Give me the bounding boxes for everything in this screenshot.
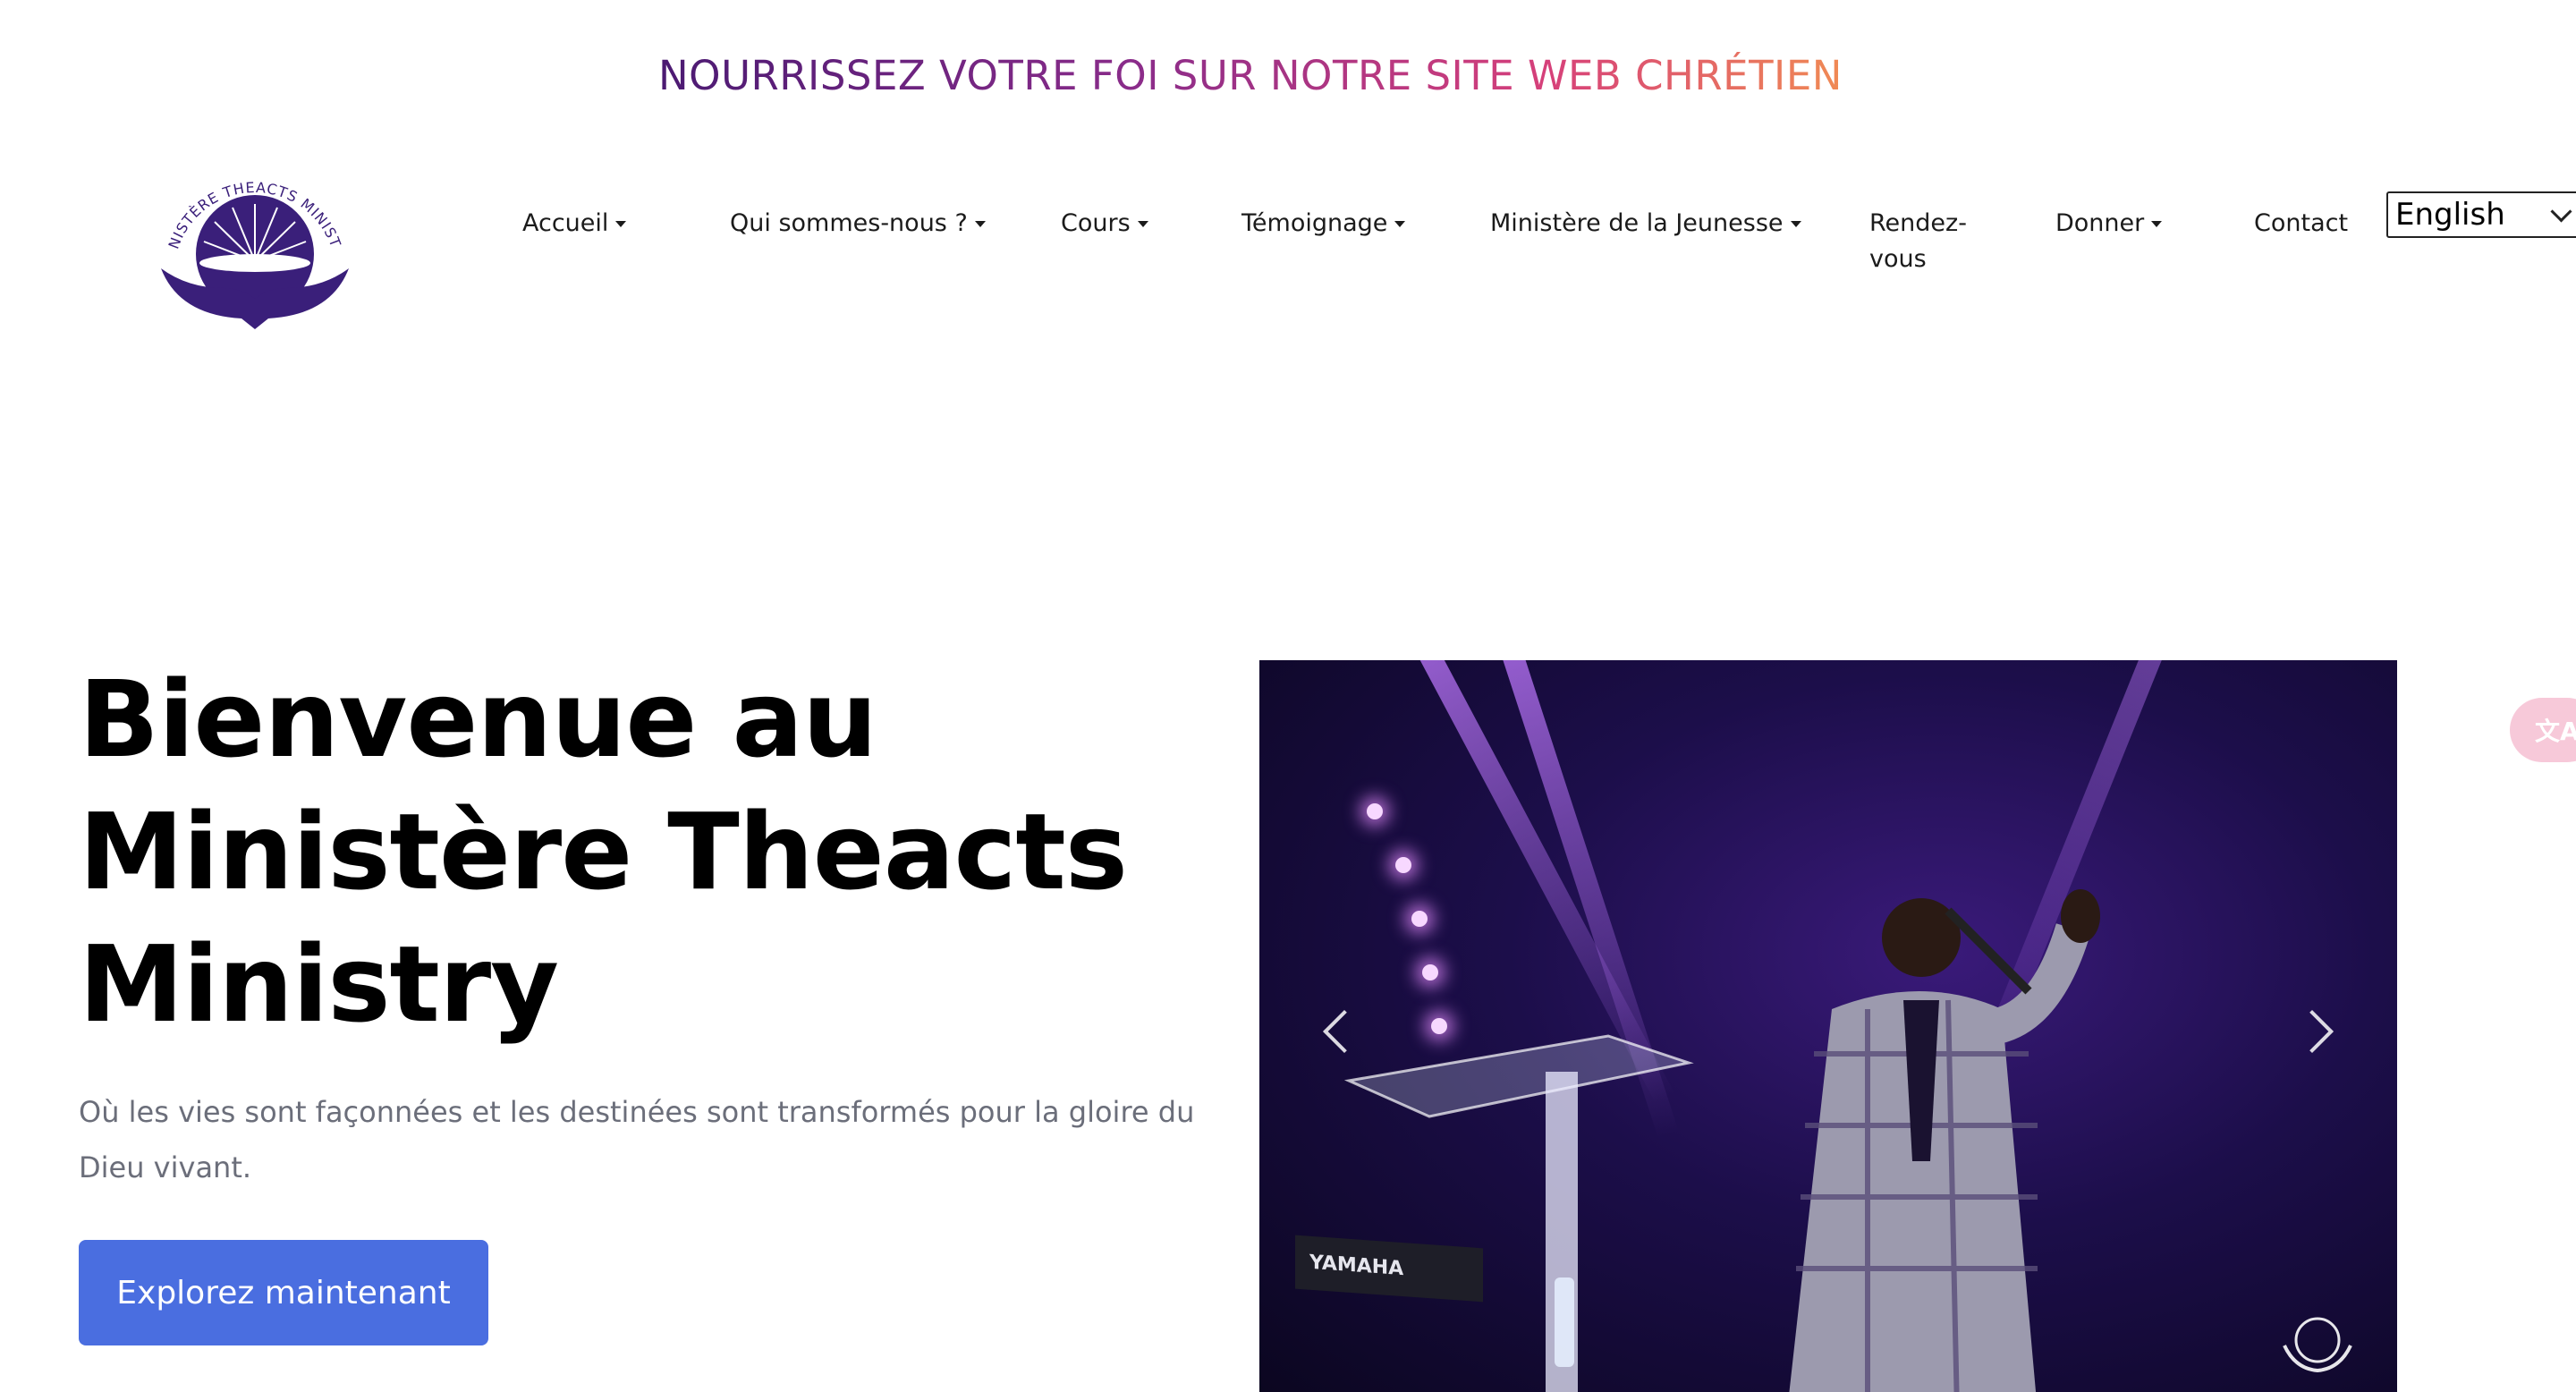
chevron-down-icon (2550, 200, 2572, 223)
carousel-next-icon[interactable] (2290, 1009, 2334, 1054)
nav-item-donner[interactable]: Donner (2055, 206, 2163, 242)
site-tagline: NOURRISSEZ VOTRE FOI SUR NOTRE SITE WEB … (658, 52, 1843, 99)
stage-light (1367, 803, 1383, 819)
nav-item-temoignage[interactable]: Témoignage (1241, 206, 1406, 242)
language-selected: English (2395, 197, 2505, 233)
nav-label-line1: Rendez- (1869, 209, 1967, 237)
hero-title-line: Ministry (79, 922, 559, 1046)
speaker-figure (1789, 889, 2100, 1392)
translate-widget[interactable]: 文A (2510, 698, 2576, 762)
caret-down-icon (1394, 221, 1406, 227)
main-nav: Accueil Qui sommes-nous ? Cours Témoigna… (0, 206, 2576, 295)
page: NOURRISSEZ VOTRE FOI SUR NOTRE SITE WEB … (0, 0, 2576, 1392)
nav-label: Contact (2254, 209, 2349, 237)
nav-label: Qui sommes-nous ? (730, 209, 968, 237)
nav-item-cours[interactable]: Cours (1061, 206, 1148, 242)
stage-light (1411, 911, 1428, 927)
stage-light (1395, 857, 1411, 873)
hero-carousel[interactable]: YAMAHA (1259, 660, 2397, 1392)
explore-now-button[interactable]: Explorez maintenant (79, 1240, 488, 1345)
nav-item-rendez-vous[interactable]: Rendez- vous (1869, 206, 1967, 277)
ministry-logo-watermark (2283, 1317, 2352, 1373)
caret-down-icon (1790, 221, 1801, 227)
nav-label: Cours (1061, 209, 1131, 237)
caret-down-icon (615, 221, 627, 227)
nav-label: Témoignage (1241, 209, 1388, 237)
language-select[interactable]: English (2386, 191, 2576, 238)
caret-down-icon (974, 221, 986, 227)
stage-light (1422, 964, 1438, 980)
nav-item-qui-sommes-nous[interactable]: Qui sommes-nous ? (730, 206, 986, 242)
caret-down-icon (1137, 221, 1148, 227)
nav-label: Ministère de la Jeunesse (1490, 209, 1784, 237)
nav-label-line2: vous (1869, 245, 1927, 273)
hero-title-line: Bienvenue au (79, 658, 877, 781)
nav-item-ministere-jeunesse[interactable]: Ministère de la Jeunesse (1490, 206, 1801, 242)
caret-down-icon (2151, 221, 2163, 227)
translate-icon: 文A (2535, 717, 2576, 746)
nav-item-accueil[interactable]: Accueil (522, 206, 627, 242)
nav-item-contact[interactable]: Contact (2254, 206, 2348, 242)
glass-podium (1343, 1034, 1694, 1392)
hero-title: Bienvenue au Ministère Theacts Ministry (79, 653, 1241, 1050)
hero-title-line: Ministère Theacts (79, 790, 1128, 913)
nav-label: Donner (2055, 209, 2145, 237)
nav-label: Accueil (522, 209, 609, 237)
hero-subtitle: Où les vies sont façonnées et les destin… (79, 1095, 1195, 1184)
